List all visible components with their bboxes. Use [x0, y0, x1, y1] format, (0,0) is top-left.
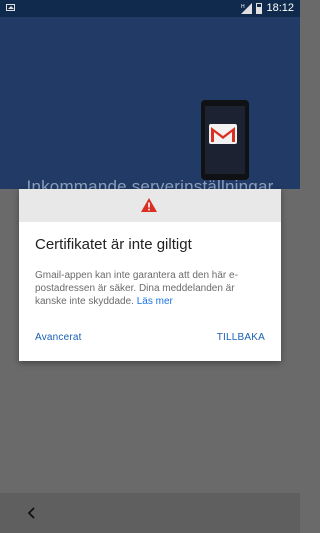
back-button[interactable]: TILLBAKA [217, 332, 265, 343]
signal-icon: H [241, 2, 253, 14]
dialog-message: Gmail-appen kan inte garantera att den h… [35, 269, 267, 308]
certificate-dialog: Certifikatet är inte giltigt Gmail-appen… [19, 189, 281, 361]
dialog-header [19, 189, 281, 222]
gallery-icon [6, 4, 15, 11]
status-bar: H 18:12 [0, 0, 300, 17]
learn-more-link[interactable]: Läs mer [137, 296, 173, 307]
header-hero: Inkommande serverinställningar [0, 17, 300, 196]
advanced-button[interactable]: Avancerat [35, 332, 82, 343]
gmail-icon [209, 124, 237, 144]
warning-icon [141, 198, 157, 212]
chevron-left-icon[interactable] [24, 505, 40, 521]
svg-text:H: H [241, 4, 245, 10]
battery-icon [256, 2, 263, 14]
clock: 18:12 [266, 2, 294, 14]
dialog-title: Certifikatet är inte giltigt [35, 236, 192, 253]
status-right: H 18:12 [241, 2, 294, 14]
phone-gmail-icon [201, 100, 249, 180]
navigation-bar [0, 493, 300, 533]
